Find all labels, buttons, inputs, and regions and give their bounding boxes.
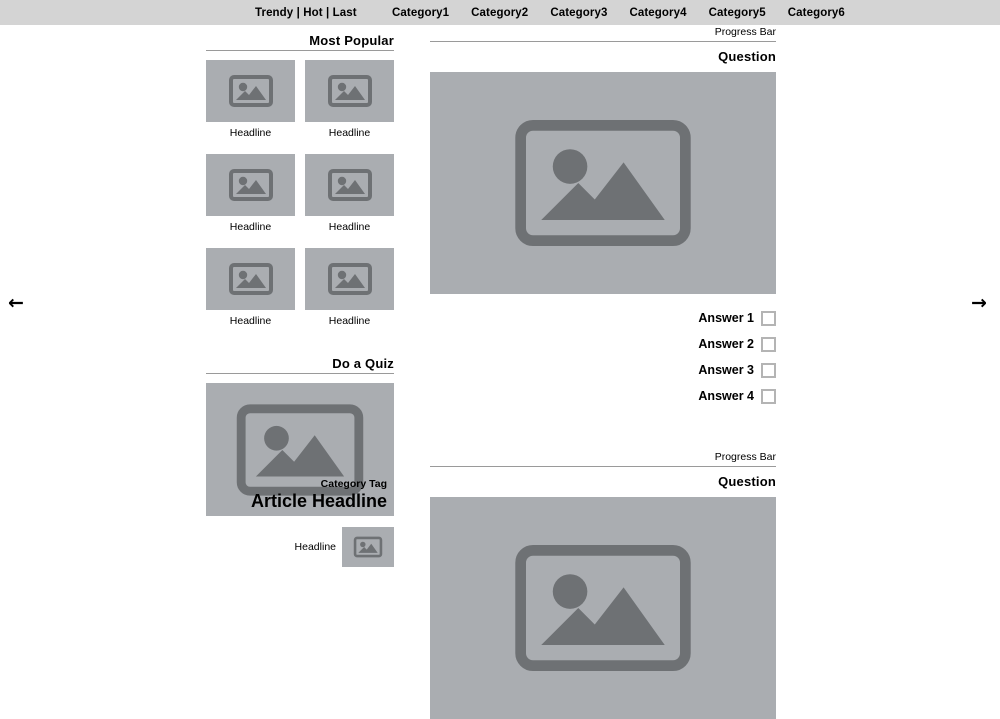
image-placeholder-icon	[515, 545, 691, 671]
most-popular-section: Most Popular Headline Headline Headline …	[206, 33, 394, 327]
thumbnail-caption: Headline	[328, 315, 371, 327]
top-navigation-bar: Trendy | Hot | Last Category1 Category2 …	[0, 0, 1000, 25]
answer-label: Answer 4	[698, 389, 754, 403]
image-placeholder-icon	[327, 75, 372, 107]
section-title: Do a Quiz	[332, 356, 394, 371]
left-sidebar: Most Popular Headline Headline Headline …	[206, 33, 394, 567]
answer-checkbox[interactable]	[761, 362, 776, 378]
section-title: Most Popular	[309, 33, 394, 48]
most-popular-heading: Most Popular	[206, 33, 394, 51]
arrow-right-icon[interactable]: →	[971, 294, 987, 313]
nav-category-5[interactable]: Category5	[709, 7, 766, 19]
list-item[interactable]: Headline	[206, 527, 394, 567]
list-item-label: Headline	[294, 541, 336, 553]
question-block: Progress Bar Question Answer 1 Answer 2 …	[430, 26, 776, 409]
most-popular-item[interactable]: Headline	[305, 60, 394, 139]
category-tag: Category Tag	[320, 478, 387, 490]
thumbnail-caption: Headline	[328, 127, 371, 139]
image-placeholder-icon	[228, 263, 273, 295]
question-title: Question	[718, 474, 776, 489]
nav-category-1[interactable]: Category1	[392, 7, 449, 19]
thumbnail-caption: Headline	[229, 221, 272, 233]
answer-label: Answer 1	[698, 311, 754, 325]
category-nav-list: Category1 Category2 Category3 Category4 …	[392, 7, 845, 19]
article-headline: Article Headline	[250, 491, 387, 511]
image-placeholder-icon	[228, 169, 273, 201]
thumbnail-caption: Headline	[229, 127, 272, 139]
answer-label: Answer 2	[698, 337, 754, 351]
most-popular-item[interactable]: Headline	[206, 154, 295, 233]
question-image[interactable]	[430, 497, 776, 719]
featured-article-card[interactable]: Category Tag Article Headline	[206, 383, 394, 516]
answer-checkbox[interactable]	[761, 336, 776, 352]
question-image[interactable]	[430, 72, 776, 294]
heading-divider	[206, 373, 394, 374]
image-placeholder-icon	[353, 536, 383, 558]
answer-row[interactable]: Answer 4	[430, 383, 776, 409]
most-popular-item[interactable]: Headline	[206, 60, 295, 139]
thumbnail-image[interactable]	[206, 248, 295, 310]
answer-row[interactable]: Answer 2	[430, 331, 776, 357]
nav-category-4[interactable]: Category4	[629, 7, 686, 19]
thumbnail-caption: Headline	[229, 315, 272, 327]
most-popular-item[interactable]: Headline	[305, 154, 394, 233]
thumbnail-image[interactable]	[305, 60, 394, 122]
article-card-text: Category Tag Article Headline	[251, 477, 387, 512]
question-title: Question	[718, 49, 776, 64]
nav-category-3[interactable]: Category3	[550, 7, 607, 19]
nav-category-6[interactable]: Category6	[788, 7, 845, 19]
progress-bar: Progress Bar	[430, 451, 776, 467]
answer-row[interactable]: Answer 1	[430, 305, 776, 331]
thumbnail-image[interactable]	[305, 154, 394, 216]
image-placeholder-icon	[228, 75, 273, 107]
progress-bar-label: Progress Bar	[714, 451, 776, 463]
most-popular-item[interactable]: Headline	[206, 248, 295, 327]
heading-divider	[206, 50, 394, 51]
nav-trendy-hot-last[interactable]: Trendy | Hot | Last	[255, 7, 357, 19]
list-item-thumbnail[interactable]	[342, 527, 394, 567]
progress-bar-label: Progress Bar	[714, 26, 776, 38]
arrow-left-icon[interactable]: ←	[8, 294, 24, 313]
image-placeholder-icon	[515, 120, 691, 246]
quiz-main-column: Progress Bar Question Answer 1 Answer 2 …	[430, 26, 776, 719]
answer-row[interactable]: Answer 3	[430, 357, 776, 383]
image-placeholder-icon	[327, 169, 372, 201]
answer-checkbox[interactable]	[761, 388, 776, 404]
thumbnail-image[interactable]	[206, 154, 295, 216]
thumbnail-caption: Headline	[328, 221, 371, 233]
nav-category-2[interactable]: Category2	[471, 7, 528, 19]
answer-checkbox[interactable]	[761, 310, 776, 326]
most-popular-thumbnail-grid: Headline Headline Headline Headline Head…	[206, 60, 394, 327]
thumbnail-image[interactable]	[305, 248, 394, 310]
answer-options: Answer 1 Answer 2 Answer 3 Answer 4	[430, 305, 776, 409]
image-placeholder-icon	[327, 263, 372, 295]
do-a-quiz-heading: Do a Quiz	[206, 356, 394, 374]
question-block: Progress Bar Question	[430, 451, 776, 719]
do-a-quiz-section: Do a Quiz Category Tag Article Headline …	[206, 356, 394, 567]
thumbnail-image[interactable]	[206, 60, 295, 122]
most-popular-item[interactable]: Headline	[305, 248, 394, 327]
progress-bar: Progress Bar	[430, 26, 776, 42]
answer-label: Answer 3	[698, 363, 754, 377]
